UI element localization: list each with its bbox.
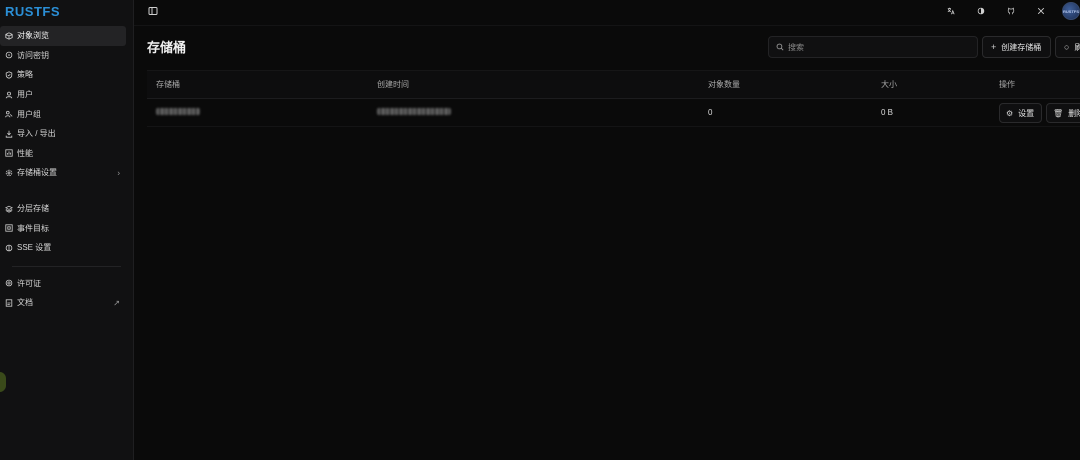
layers-icon: [4, 204, 13, 213]
user-icon: [4, 90, 13, 99]
sidebar-item-policies[interactable]: 策略: [0, 65, 126, 85]
theme-icon[interactable]: [966, 0, 996, 22]
trash-icon: 🗑: [1053, 108, 1064, 118]
bucket-settings-button[interactable]: ⚙ 设置: [999, 103, 1042, 123]
delete-label: 删除: [1068, 108, 1080, 118]
create-bucket-label: 创建存储桶: [1001, 42, 1042, 52]
sidebar-item-label: 导入 / 导出: [17, 129, 56, 139]
bucket-delete-button[interactable]: 🗑 删除: [1046, 103, 1080, 123]
sidebar-item-import-export[interactable]: 导入 / 导出: [0, 124, 126, 144]
sidebar-item-label: 策略: [17, 70, 33, 80]
sidebar-item-label: 对象浏览: [17, 31, 49, 41]
sidebar-item-access-keys[interactable]: 访问密钥: [0, 46, 126, 66]
settings-icon: ⚙: [1006, 108, 1014, 118]
refresh-label: 刷新: [1074, 42, 1080, 53]
sidebar-item-label: 用户: [17, 90, 33, 100]
search-icon: [776, 43, 784, 51]
sidebar-item-tiering[interactable]: 分层存储: [0, 199, 126, 219]
main-content: RUSTFS 存储桶 + 创建存储桶 ○ 刷新 存: [134, 0, 1080, 460]
bucket-size: 0 B: [881, 108, 894, 117]
page-header: 存储桶 + 创建存储桶 ○ 刷新: [134, 26, 1080, 70]
column-header-created: 创建时间: [377, 80, 409, 89]
create-bucket-button[interactable]: + 创建存储桶: [982, 36, 1051, 58]
search-box[interactable]: [768, 36, 978, 58]
column-header-bucket: 存储桶: [156, 80, 180, 89]
users-icon: [4, 110, 13, 119]
settings-label: 设置: [1018, 108, 1035, 118]
external-link-icon: ↗: [113, 298, 120, 308]
created-time-redacted: [377, 108, 451, 117]
table-row[interactable]: 0 0 B ⚙ 设置 🗑 删除: [147, 99, 1080, 127]
key-icon: [4, 51, 13, 60]
column-header-size: 大小: [881, 80, 897, 89]
sidebar-item-user-groups[interactable]: 用户组: [0, 104, 126, 124]
chart-icon: [4, 149, 13, 158]
bucket-table: 存储桶 创建时间 对象数量 大小 操作 0 0 B ⚙ 设置 🗑 删除: [147, 70, 1080, 127]
sidebar-toggle-icon[interactable]: [148, 6, 158, 16]
floating-button[interactable]: [0, 372, 6, 392]
app-root: RUSTFS 对象浏览 访问密钥 策略 用户 用户组 导入 / 导出 性能 存储…: [0, 0, 1080, 460]
sidebar-item-bucket-settings[interactable]: 存储桶设置 ›: [0, 163, 126, 183]
sidebar-item-label: 访问密钥: [17, 50, 49, 60]
sidebar-divider: [12, 265, 121, 267]
github-icon[interactable]: [996, 0, 1026, 22]
cube-icon: [4, 31, 13, 40]
table-header: 存储桶 创建时间 对象数量 大小 操作: [147, 71, 1080, 99]
sidebar-nav: 对象浏览 访问密钥 策略 用户 用户组 导入 / 导出 性能 存储桶设置 › 分…: [0, 26, 133, 313]
sidebar-item-label: 用户组: [17, 109, 41, 119]
logo: RUSTFS: [5, 4, 60, 19]
sidebar-item-label: SSE 设置: [17, 243, 52, 253]
sidebar-item-label: 分层存储: [17, 204, 49, 214]
sidebar-item-performance[interactable]: 性能: [0, 144, 126, 164]
column-header-objects: 对象数量: [708, 80, 740, 89]
sidebar-item-object-browser[interactable]: 对象浏览: [0, 26, 126, 46]
sidebar-item-sse-settings[interactable]: SSE 设置: [0, 238, 126, 258]
refresh-button[interactable]: ○ 刷新: [1055, 36, 1080, 58]
column-header-actions: 操作: [999, 80, 1015, 89]
doc-icon: [4, 298, 13, 307]
sidebar-item-label: 性能: [17, 148, 33, 158]
shield-icon: [4, 70, 13, 79]
topbar: RUSTFS: [134, 0, 1080, 26]
sidebar-item-docs[interactable]: 文档 ↗: [0, 293, 126, 313]
search-input[interactable]: [788, 42, 968, 52]
x-icon[interactable]: [1026, 0, 1056, 22]
translate-icon[interactable]: [936, 0, 966, 22]
plus-icon: +: [991, 42, 997, 52]
chevron-right-icon: ›: [117, 168, 120, 178]
sidebar-item-label: 事件目标: [17, 223, 49, 233]
badge-icon: [4, 279, 13, 288]
settings-icon: [4, 168, 13, 177]
sidebar-item-label: 许可证: [17, 278, 41, 288]
object-count: 0: [708, 108, 713, 117]
target-icon: [4, 224, 13, 233]
download-icon: [4, 129, 13, 138]
lock-icon: [4, 243, 13, 252]
page-title: 存储桶: [147, 40, 187, 55]
sidebar-item-label: 文档: [17, 298, 33, 308]
topbar-actions: RUSTFS: [936, 0, 1080, 22]
avatar[interactable]: RUSTFS: [1062, 2, 1080, 20]
sidebar-item-label: 存储桶设置: [17, 168, 57, 178]
sidebar-item-license[interactable]: 许可证: [0, 274, 126, 294]
sidebar-item-users[interactable]: 用户: [0, 85, 126, 105]
sidebar: RUSTFS 对象浏览 访问密钥 策略 用户 用户组 导入 / 导出 性能 存储…: [0, 0, 134, 460]
sidebar-item-event-targets[interactable]: 事件目标: [0, 218, 126, 238]
bucket-name-redacted[interactable]: [156, 108, 200, 117]
refresh-icon: ○: [1064, 42, 1070, 52]
